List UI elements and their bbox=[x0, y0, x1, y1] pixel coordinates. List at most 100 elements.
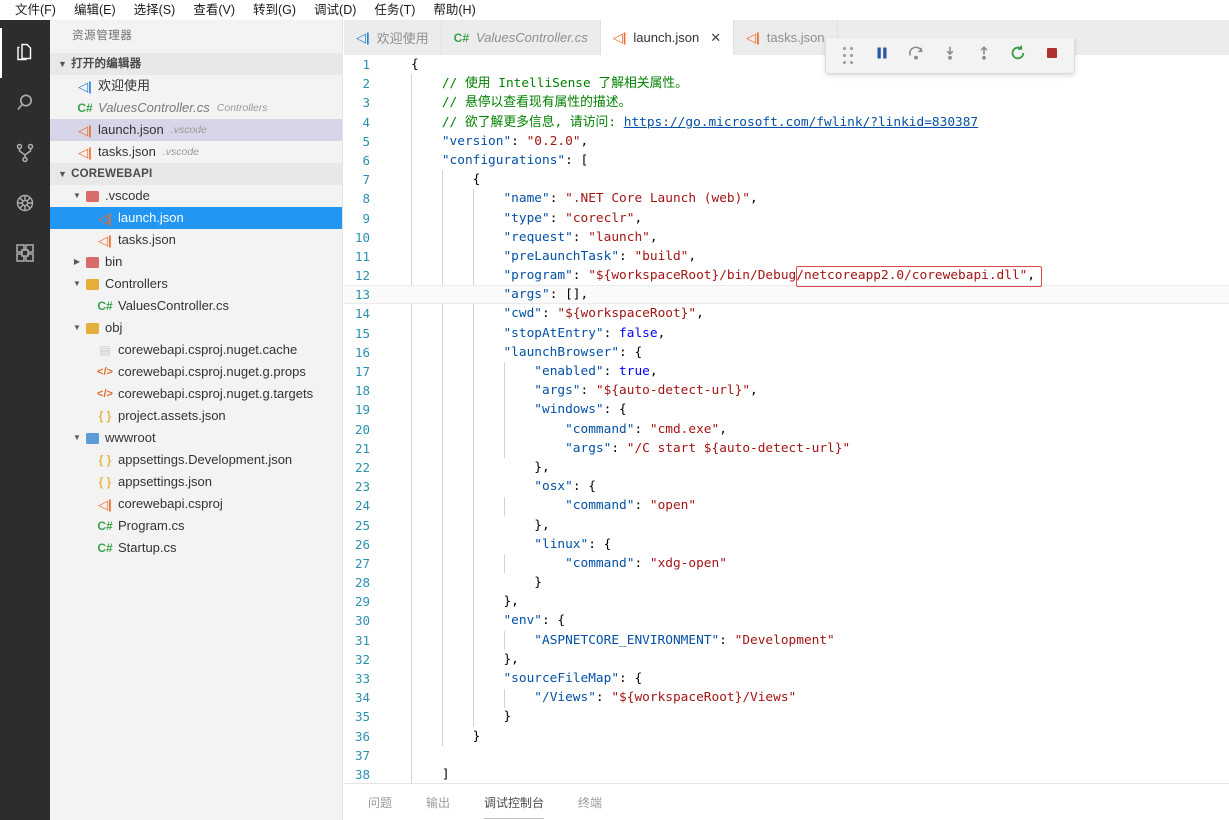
debug-drag-handle[interactable] bbox=[832, 41, 864, 71]
code-token-pun: : bbox=[511, 133, 527, 149]
tree-item[interactable]: C# ValuesController.cs bbox=[50, 295, 342, 317]
code-token-pun: : bbox=[541, 306, 558, 322]
debug-step-into-button[interactable] bbox=[934, 41, 966, 71]
code-token-pun: { bbox=[472, 172, 481, 188]
tree-item[interactable]: ◁| corewebapi.csproj bbox=[50, 493, 342, 515]
menu-item-7[interactable]: 帮助(H) bbox=[424, 0, 484, 20]
open-editor-item[interactable]: C# ValuesController.cs Controllers bbox=[50, 97, 342, 119]
menu-item-6[interactable]: 任务(T) bbox=[365, 0, 424, 20]
sidebar-title: 资源管理器 bbox=[72, 30, 133, 42]
code-line: 14 "cwd": "${workspaceRoot}", bbox=[344, 304, 1229, 323]
activity-item-debug[interactable] bbox=[0, 178, 50, 228]
tree-item[interactable]: ▼ obj bbox=[50, 317, 342, 339]
tree-item[interactable]: { } project.assets.json bbox=[50, 405, 342, 427]
restart-icon bbox=[1009, 44, 1027, 67]
activity-bar bbox=[0, 20, 50, 820]
code-line: 15 "stopAtEntry": false, bbox=[344, 324, 1229, 343]
open-editor-item[interactable]: ◁| launch.json .vscode bbox=[50, 119, 342, 141]
panel-tab[interactable]: 问题 bbox=[362, 790, 398, 815]
activity-item-explorer[interactable] bbox=[0, 28, 50, 78]
editor-tab[interactable]: C# ValuesController.cs bbox=[442, 20, 601, 55]
editor-scrollbar[interactable] bbox=[1215, 55, 1229, 803]
code-token-str: "open" bbox=[649, 498, 697, 514]
debug-restart-button[interactable] bbox=[1002, 41, 1034, 71]
tree-item[interactable]: ▼ Controllers bbox=[50, 273, 342, 295]
tree-item[interactable]: C# Startup.cs bbox=[50, 537, 342, 559]
tree-item[interactable]: </> corewebapi.csproj.nuget.g.props bbox=[50, 361, 342, 383]
tree-item-label: ValuesController.cs bbox=[118, 298, 230, 313]
vscode-icon: ◁| bbox=[78, 78, 92, 94]
open-editor-item[interactable]: ◁| 欢迎使用 bbox=[50, 75, 342, 97]
code-token-pun: , bbox=[580, 287, 589, 303]
line-number: 14 bbox=[354, 306, 370, 322]
tree-item[interactable]: { } appsettings.Development.json bbox=[50, 449, 342, 471]
line-number: 8 bbox=[362, 191, 370, 207]
tree-item-label: Program.cs bbox=[118, 518, 185, 533]
code-token-pun: , bbox=[750, 191, 758, 207]
tree-item[interactable]: ◁| tasks.json bbox=[50, 229, 342, 251]
panel-tab[interactable]: 输出 bbox=[420, 790, 456, 815]
tree-item-label: project.assets.json bbox=[118, 408, 226, 423]
code-token-pun: }, bbox=[503, 594, 519, 610]
menu-item-1[interactable]: 编辑(E) bbox=[65, 0, 125, 20]
section-open-editors[interactable]: ▼ 打开的编辑器 bbox=[50, 53, 342, 75]
menu-item-5[interactable]: 调试(D) bbox=[305, 0, 365, 20]
code-token-str: "coreclr" bbox=[565, 210, 635, 226]
section-project[interactable]: ▼ COREWEBAPI bbox=[50, 163, 342, 185]
tree-item[interactable]: ▶ bin bbox=[50, 251, 342, 273]
editor-tab[interactable]: ◁| 欢迎使用 bbox=[344, 20, 442, 55]
activity-item-extensions[interactable] bbox=[0, 228, 50, 278]
chevron-down-icon: ▼ bbox=[58, 169, 68, 179]
chevron-down-icon: ▼ bbox=[73, 279, 81, 288]
tree-item[interactable]: ▼ .vscode bbox=[50, 185, 342, 207]
code-token-key: "program" bbox=[503, 268, 573, 284]
debug-pause-button[interactable] bbox=[866, 41, 898, 71]
code-editor[interactable]: 1{2 // 使用 IntelliSense 了解相关属性。 3 // 悬停以查看… bbox=[344, 55, 1229, 803]
menu-item-0[interactable]: 文件(F) bbox=[6, 0, 65, 20]
menu-item-4[interactable]: 转到(G) bbox=[244, 0, 305, 20]
panel-tab[interactable]: 调试控制台 bbox=[478, 790, 550, 819]
tree-item[interactable]: ◁| launch.json bbox=[50, 207, 342, 229]
vscode-icon: ◁| bbox=[356, 30, 370, 45]
code-token-str: "${workspaceRoot}" bbox=[557, 306, 697, 322]
editor-tab-bar: ◁| 欢迎使用 C# ValuesController.cs ◁| launch.json… bbox=[344, 20, 1229, 55]
tree-item-label: corewebapi.csproj.nuget.cache bbox=[118, 342, 298, 357]
open-editor-item[interactable]: ◁| tasks.json .vscode bbox=[50, 141, 342, 163]
code-token-key: "command" bbox=[565, 421, 635, 437]
xml-icon: </> bbox=[97, 365, 113, 378]
tab-close-icon[interactable]: ✕ bbox=[710, 30, 721, 46]
menu-item-3[interactable]: 查看(V) bbox=[184, 0, 244, 20]
code-token-pun: : bbox=[595, 690, 612, 706]
activity-item-source-control[interactable] bbox=[0, 128, 50, 178]
code-line: 20 "command": "cmd.exe", bbox=[344, 420, 1229, 439]
line-number: 13 bbox=[354, 287, 370, 303]
activity-item-search[interactable] bbox=[0, 78, 50, 128]
editor-tab[interactable]: ◁| tasks.json bbox=[734, 20, 838, 55]
tree-item[interactable]: ▤ corewebapi.csproj.nuget.cache bbox=[50, 339, 342, 361]
code-line: 22 }, bbox=[344, 458, 1229, 477]
open-editors-list: ◁| 欢迎使用 C# ValuesController.cs Controllers ◁|… bbox=[50, 75, 342, 163]
line-number: 31 bbox=[354, 632, 370, 648]
debug-toolbar[interactable] bbox=[825, 38, 1075, 74]
editor-tab[interactable]: ◁| launch.json ✕ bbox=[600, 20, 735, 55]
code-token-pun: : bbox=[603, 325, 620, 341]
tree-item[interactable]: C# Program.cs bbox=[50, 515, 342, 537]
tree-item[interactable]: { } appsettings.json bbox=[50, 471, 342, 493]
debug-stop-button[interactable] bbox=[1036, 41, 1068, 71]
debug-step-over-button[interactable] bbox=[900, 41, 932, 71]
code-token-key: "preLaunchTask" bbox=[503, 248, 620, 264]
tree-item[interactable]: ▼ wwwroot bbox=[50, 427, 342, 449]
code-token-key: "launchBrowser" bbox=[503, 344, 620, 360]
code-line: 3 // 悬停以查看现有属性的描述。 bbox=[344, 93, 1229, 112]
code-line: 36 } bbox=[344, 727, 1229, 746]
code-token-pun: : { bbox=[603, 402, 627, 418]
line-number: 20 bbox=[354, 421, 370, 437]
menu-item-2[interactable]: 选择(S) bbox=[125, 0, 185, 20]
panel-tab[interactable]: 终端 bbox=[572, 790, 608, 815]
debug-step-out-button[interactable] bbox=[968, 41, 1000, 71]
code-token-link[interactable]: https://go.microsoft.com/fwlink/?linkid=… bbox=[624, 115, 978, 130]
tree-item[interactable]: </> corewebapi.csproj.nuget.g.targets bbox=[50, 383, 342, 405]
line-number: 21 bbox=[354, 440, 370, 456]
code-token-pun: : bbox=[580, 383, 596, 399]
tree-item-label: launch.json bbox=[118, 210, 184, 225]
